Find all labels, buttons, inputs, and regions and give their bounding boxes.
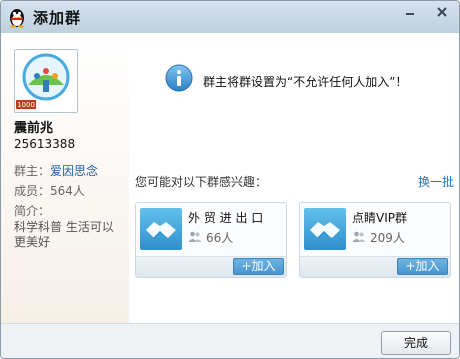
card-member-count: 209人 xyxy=(370,231,405,245)
owner-name-link[interactable]: 爱因思念 xyxy=(50,164,98,178)
recommend-card[interactable]: 外 贸 进 出 口 66人 +加入 xyxy=(135,202,287,278)
qq-penguin-icon xyxy=(10,9,24,28)
close-icon xyxy=(437,7,447,17)
recommend-card[interactable]: 点睛VIP群 209人 +加入 xyxy=(299,202,451,278)
intro-text: 科学科普 生活可以更美好 xyxy=(14,220,114,249)
intro-label: 简介： xyxy=(14,204,51,218)
join-restriction-notice: 群主将群设置为“不允许任何人加入”！ xyxy=(203,75,408,89)
owner-label: 群主： xyxy=(14,164,51,178)
join-button[interactable]: +加入 xyxy=(397,258,448,275)
recommend-title: 您可能对以下群感兴趣： xyxy=(135,175,268,189)
footer-bar: 完成 xyxy=(1,323,459,358)
add-group-dialog: 添加群 1000 震前兆 25613388 群主：爱因思念 成员：564人 简介… xyxy=(0,0,460,359)
members-value: 564人 xyxy=(50,184,85,198)
plus-icon: + xyxy=(405,259,416,273)
people-icon xyxy=(352,231,366,242)
people-icon xyxy=(188,231,202,242)
card-group-name: 点睛VIP群 xyxy=(352,211,407,225)
members-label: 成员： xyxy=(14,184,51,198)
plus-icon: + xyxy=(241,259,252,273)
done-button[interactable]: 完成 xyxy=(381,331,451,355)
minimize-button[interactable] xyxy=(397,3,423,21)
card-member-count: 66人 xyxy=(206,231,234,245)
owner-row: 群主：爱因思念 xyxy=(14,162,98,179)
card-footer: +加入 xyxy=(136,256,286,277)
join-label: 加入 xyxy=(251,259,276,273)
card-group-name: 外 贸 进 出 口 xyxy=(188,211,264,225)
level-badge: 1000 xyxy=(15,99,37,110)
card-footer: +加入 xyxy=(300,256,450,277)
title-bar: 添加群 xyxy=(1,1,459,33)
group-id: 25613388 xyxy=(14,137,76,151)
info-icon xyxy=(165,64,193,92)
group-info-panel: 1000 震前兆 25613388 群主：爱因思念 成员：564人 简介： 科学… xyxy=(1,33,129,323)
group-name: 震前兆 xyxy=(14,121,54,136)
members-row: 成员：564人 xyxy=(14,182,85,199)
refresh-link[interactable]: 换一批 xyxy=(418,173,454,190)
join-label: 加入 xyxy=(415,259,440,273)
handshake-icon xyxy=(304,208,346,250)
join-button[interactable]: +加入 xyxy=(233,258,284,275)
close-button[interactable] xyxy=(429,3,455,21)
window-title: 添加群 xyxy=(33,9,82,27)
minimize-icon xyxy=(406,13,414,15)
handshake-icon xyxy=(140,208,182,250)
